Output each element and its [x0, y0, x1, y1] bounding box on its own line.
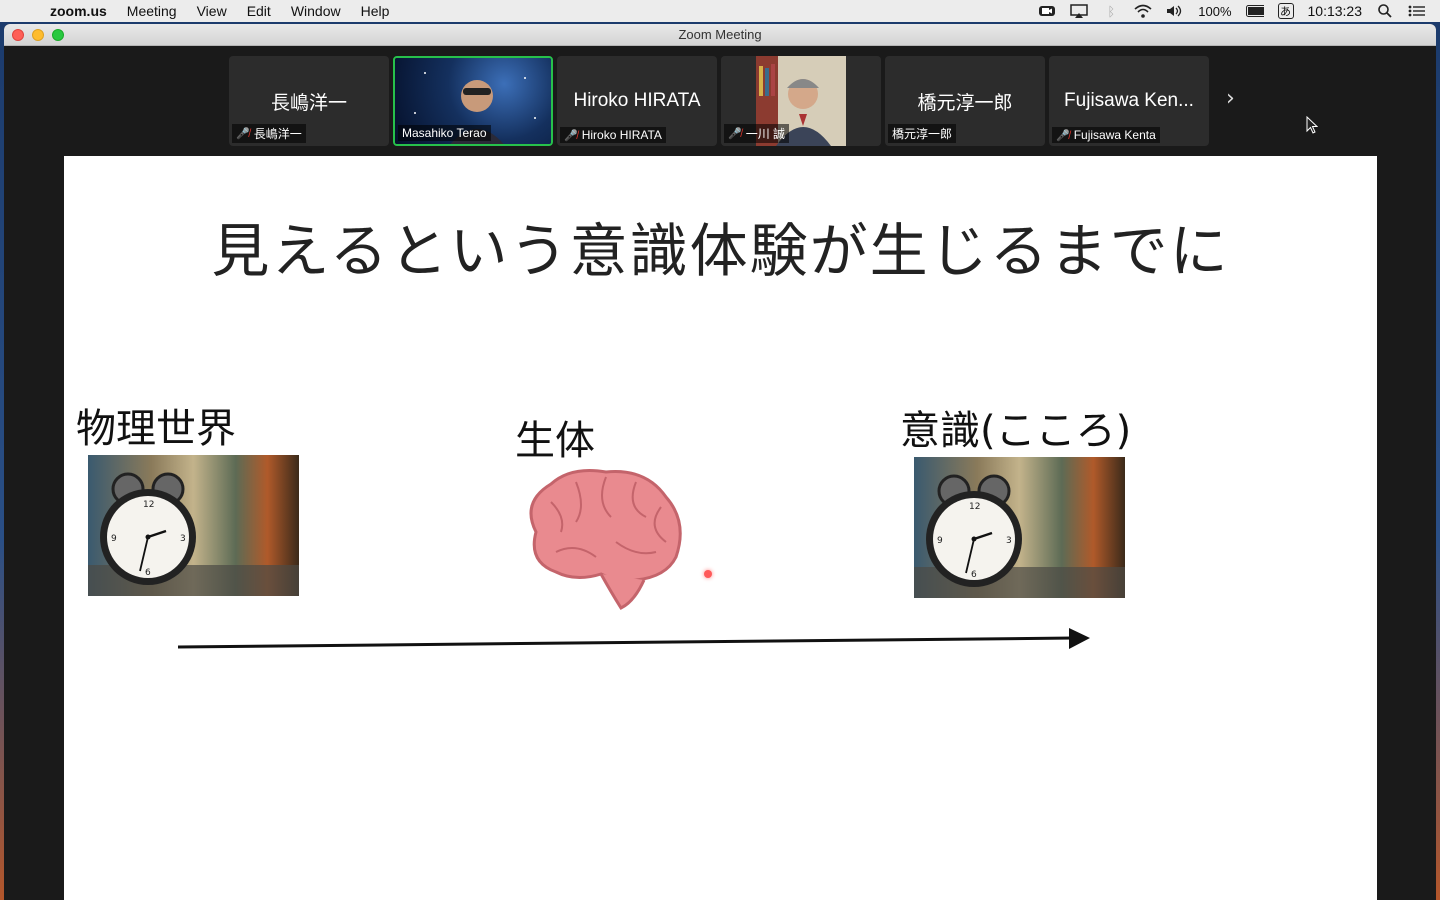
participant-strip: 長嶋洋一 🎤̸ 長嶋洋一 Masahiko Terao Hiroko HIRAT…: [4, 46, 1436, 154]
menu-window[interactable]: Window: [281, 3, 351, 19]
participant-label: 🎤̸ Hiroko HIRATA: [560, 127, 666, 143]
participant-name: Hiroko HIRATA: [581, 128, 662, 142]
label-body: 生体: [515, 418, 595, 464]
participant-tile[interactable]: 橋元淳一郎 橋元淳一郎: [885, 56, 1045, 146]
svg-text:6: 6: [971, 570, 977, 580]
svg-text:9: 9: [111, 534, 117, 544]
alarm-clock-image: 12 3 6 9: [88, 455, 299, 596]
menu-view[interactable]: View: [187, 3, 237, 19]
airplay-icon[interactable]: [1070, 4, 1088, 18]
window-title: Zoom Meeting: [678, 27, 762, 42]
participant-name: 長嶋洋一: [253, 127, 302, 141]
window-titlebar[interactable]: Zoom Meeting: [4, 24, 1436, 46]
svg-text:6: 6: [145, 568, 151, 578]
next-page-chevron-icon[interactable]: ›: [1226, 86, 1235, 111]
laser-pointer-dot: [704, 570, 712, 578]
menu-bar: zoom.us Meeting View Edit Window Help ᛒ …: [0, 0, 1440, 22]
notification-center-icon[interactable]: [1408, 4, 1426, 18]
participant-name: Masahiko Terao: [402, 126, 487, 140]
close-window-button[interactable]: [12, 29, 24, 41]
svg-text:12: 12: [969, 502, 980, 512]
wifi-icon[interactable]: [1134, 4, 1152, 18]
mouse-cursor-icon: [1306, 115, 1319, 138]
label-physical-world: 物理世界: [76, 406, 236, 452]
svg-text:3: 3: [1006, 536, 1012, 546]
mic-muted-icon: 🎤̸: [236, 128, 250, 140]
maximize-window-button[interactable]: [52, 29, 64, 41]
arrow-icon: [177, 628, 1090, 649]
participant-name: 一川 誠: [745, 127, 786, 141]
menubar-clock[interactable]: 10:13:23: [1308, 3, 1363, 19]
battery-icon[interactable]: [1245, 4, 1264, 18]
participant-name: 橋元淳一郎: [892, 127, 953, 141]
volume-icon[interactable]: [1166, 4, 1184, 18]
label-mind: 意識(こころ): [900, 408, 1132, 454]
traffic-lights: [12, 29, 64, 41]
menu-meeting[interactable]: Meeting: [117, 3, 187, 19]
status-area: ᛒ 100% あ 10:13:23: [1038, 0, 1426, 22]
participant-label: 🎤̸ Fujisawa Kenta: [1052, 127, 1160, 143]
bluetooth-icon[interactable]: ᛒ: [1102, 4, 1120, 19]
spotlight-search-icon[interactable]: [1376, 4, 1394, 18]
minimize-window-button[interactable]: [32, 29, 44, 41]
svg-text:9: 9: [937, 536, 943, 546]
mic-muted-icon: 🎤̸: [564, 129, 578, 142]
mic-muted-icon: 🎤̸: [728, 128, 742, 140]
participant-tile[interactable]: 🎤̸ 一川 誠: [721, 56, 881, 146]
participant-tile[interactable]: Hiroko HIRATA 🎤̸ Hiroko HIRATA: [557, 56, 717, 146]
participant-tile[interactable]: 長嶋洋一 🎤̸ 長嶋洋一: [229, 56, 389, 146]
slide-title: 見えるという意識体験が生じるまでに: [211, 217, 1230, 285]
participant-label: 🎤̸ 一川 誠: [724, 124, 790, 143]
participant-tile[interactable]: Fujisawa Ken... 🎤̸ Fujisawa Kenta: [1049, 56, 1209, 146]
participant-name: Fujisawa Kenta: [1073, 128, 1156, 142]
participant-label: 🎤̸ 長嶋洋一: [232, 124, 306, 143]
brain-icon: [529, 469, 682, 610]
svg-text:3: 3: [180, 534, 186, 544]
battery-percent: 100%: [1198, 3, 1232, 19]
menu-edit[interactable]: Edit: [237, 3, 281, 19]
participant-tile-active-speaker[interactable]: Masahiko Terao: [393, 56, 553, 146]
zoom-window: Zoom Meeting 長嶋洋一 🎤̸ 長嶋洋一 Masahiko Terao: [4, 24, 1436, 900]
zoom-status-icon[interactable]: [1038, 4, 1056, 18]
menu-app-name[interactable]: zoom.us: [40, 3, 117, 19]
menu-help[interactable]: Help: [351, 3, 400, 19]
alarm-clock-image: 12 3 6 9: [914, 457, 1125, 598]
mic-muted-icon: 🎤̸: [1056, 129, 1070, 142]
participant-label: Masahiko Terao: [398, 125, 491, 141]
participant-label: 橋元淳一郎: [888, 124, 957, 143]
shared-screen-slide: 見えるという意識体験が生じるまでに 物理世界 生体 意識(こころ) 12 3 6…: [64, 156, 1377, 900]
input-method-icon[interactable]: あ: [1277, 3, 1294, 19]
svg-text:12: 12: [143, 500, 154, 510]
